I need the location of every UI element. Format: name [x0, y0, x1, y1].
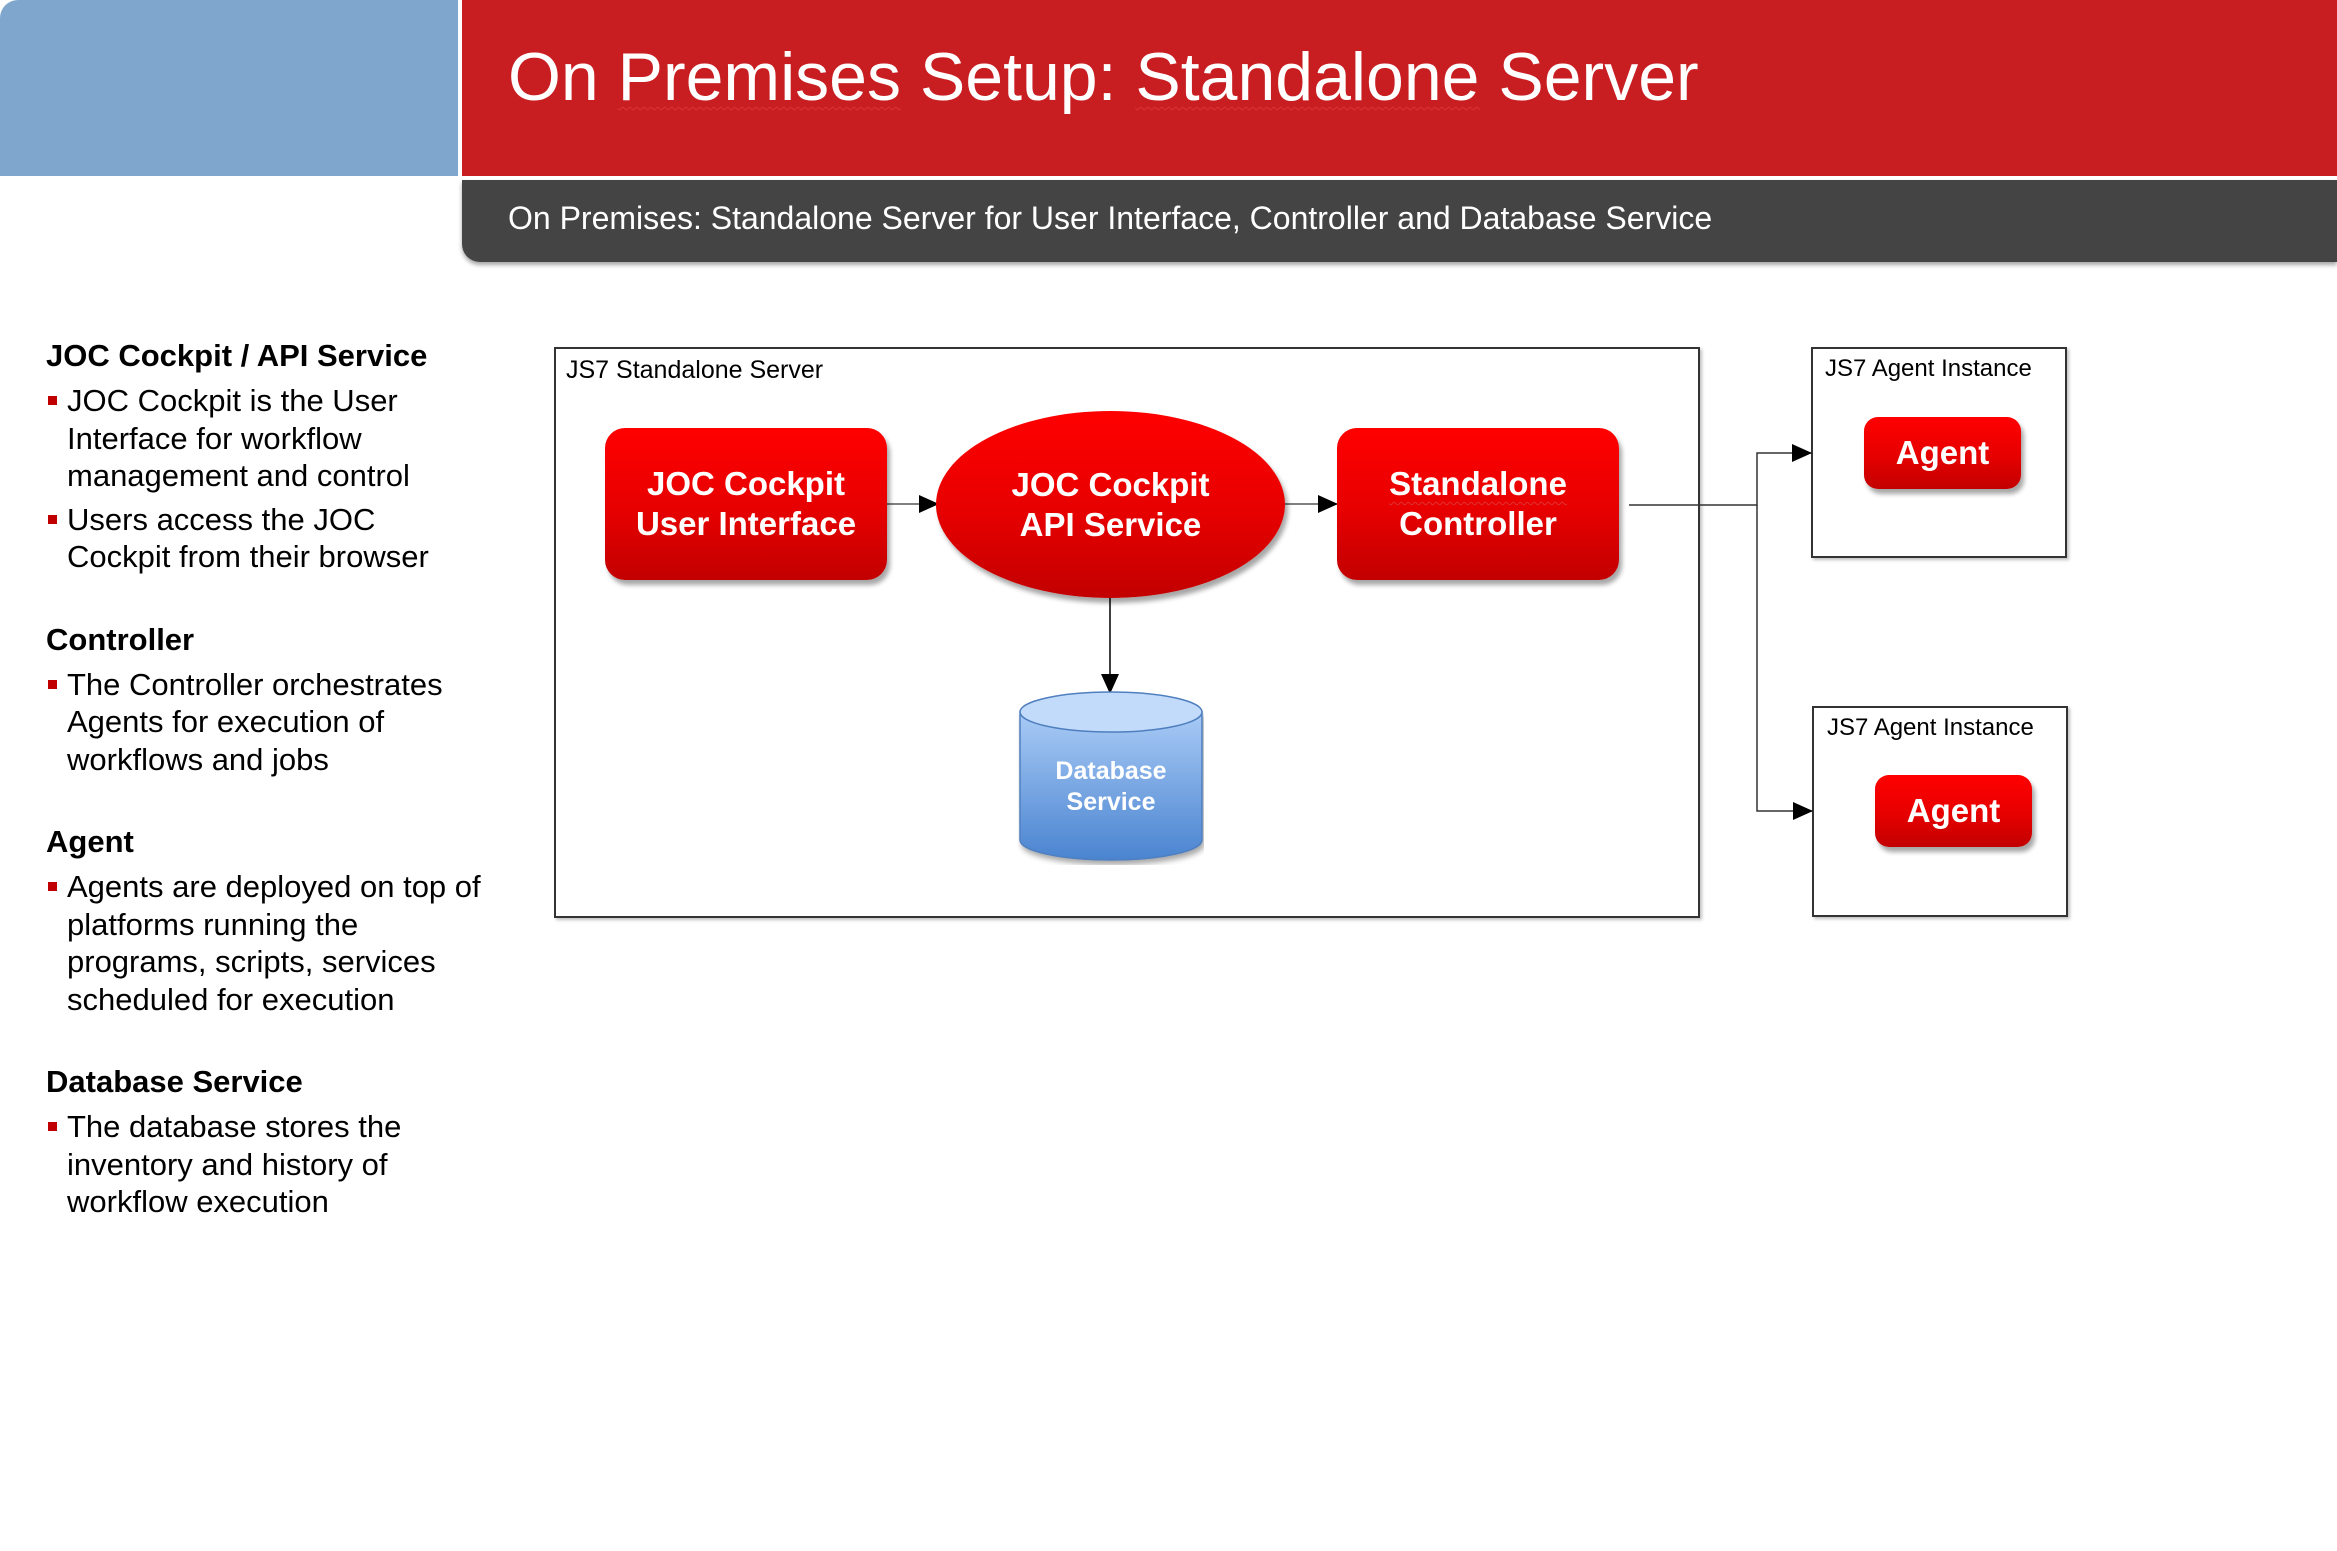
agent-node: Agent [1875, 775, 2032, 847]
agent-instance-label: JS7 Agent Instance [1827, 714, 2034, 741]
connector-controller-to-agent-2 [1756, 505, 1813, 820]
section-agent: Agent Agents are deployed on top of plat… [46, 822, 486, 1018]
bullet-item: The database stores the inventory and hi… [46, 1108, 486, 1221]
header-accent-block [0, 0, 458, 176]
bullet-item: Users access the JOC Cockpit from their … [46, 501, 486, 576]
component-descriptions: JOC Cockpit / API Service JOC Cockpit is… [46, 336, 486, 1265]
section-database: Database Service The database stores the… [46, 1062, 486, 1221]
bullet-item: The Controller orchestrates Agents for e… [46, 666, 486, 779]
bullet-item: JOC Cockpit is the User Interface for wo… [46, 382, 486, 495]
page-subtitle: On Premises: Standalone Server for User … [508, 200, 1713, 236]
database-service-label: Database Service [1055, 757, 1167, 816]
bullet-icon [48, 1122, 57, 1131]
bullet-icon [48, 396, 57, 405]
bullet-icon [48, 882, 57, 891]
section-controller: Controller The Controller orchestrates A… [46, 620, 486, 779]
section-heading: JOC Cockpit / API Service [46, 338, 428, 373]
section-heading: Database Service [46, 1064, 303, 1099]
page-title: On Premises Setup: Standalone Server [508, 39, 1699, 115]
standalone-server-label: JS7 Standalone Server [566, 356, 824, 384]
bullet-icon [48, 514, 57, 524]
standalone-controller-node: Standalone Controller [1337, 428, 1619, 580]
agent-node: Agent [1864, 417, 2021, 489]
agent-instance-label: JS7 Agent Instance [1825, 355, 2032, 382]
bullet-icon [48, 679, 57, 689]
joc-cockpit-api-node: JOC Cockpit API Service [936, 411, 1285, 598]
joc-cockpit-ui-node: JOC Cockpit User Interface [605, 428, 887, 580]
section-heading: Agent [46, 824, 134, 859]
section-joc-cockpit: JOC Cockpit / API Service JOC Cockpit is… [46, 336, 486, 576]
bullet-item: Agents are deployed on top of platforms … [46, 868, 486, 1018]
section-heading: Controller [46, 621, 195, 657]
